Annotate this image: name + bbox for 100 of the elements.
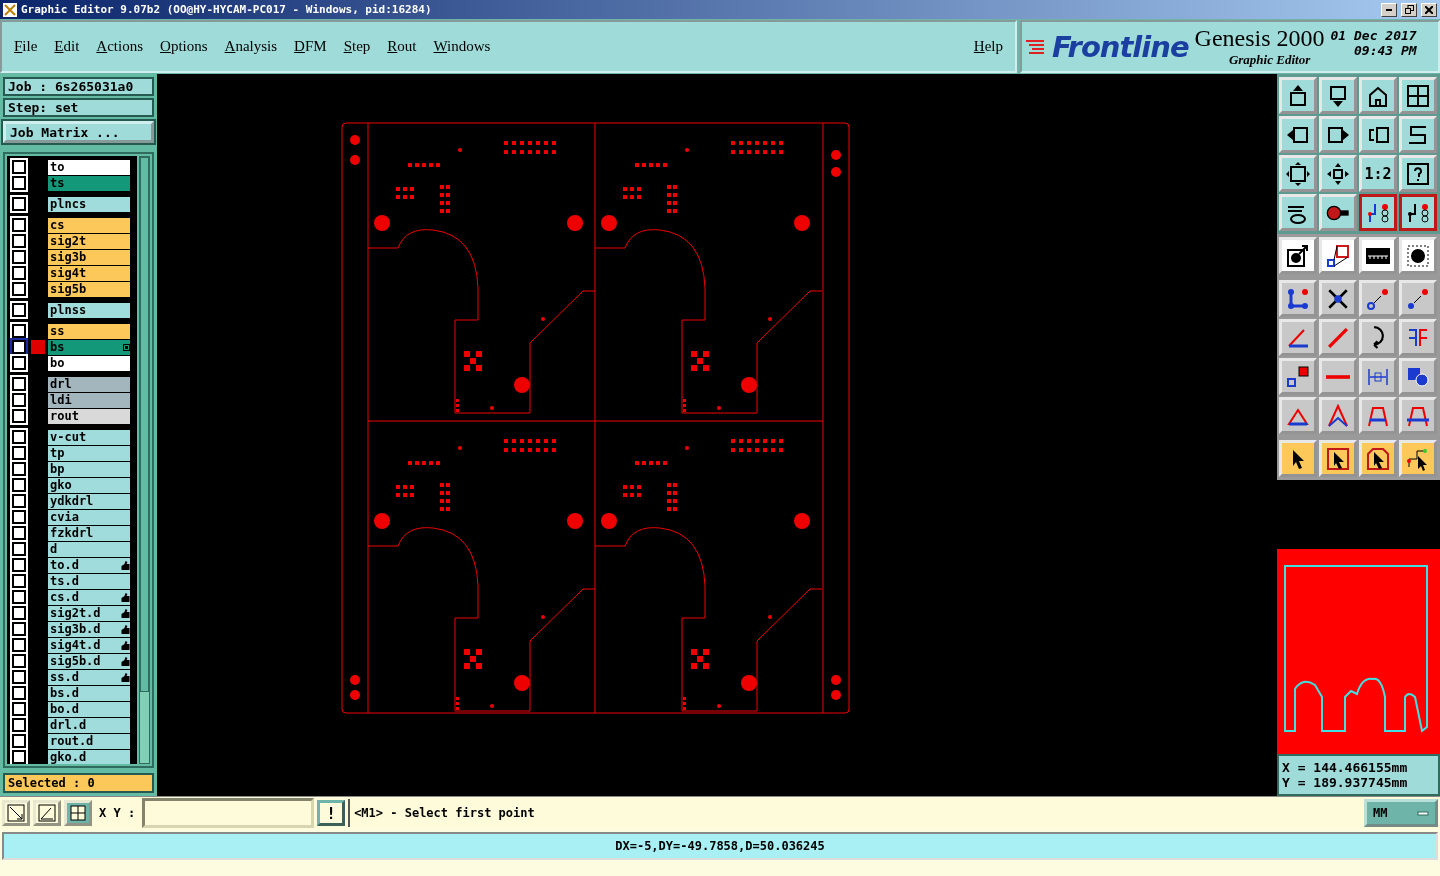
layer-name[interactable]: plncs (48, 196, 130, 212)
layer-checkbox[interactable] (12, 606, 26, 620)
layer-name[interactable]: ldi (48, 392, 130, 408)
layer-name[interactable]: ts (48, 175, 130, 191)
restore-button[interactable] (1401, 2, 1417, 17)
layer-name[interactable]: bp (48, 461, 130, 477)
layer-checkbox[interactable] (12, 574, 26, 588)
layer-checkbox[interactable] (12, 638, 26, 652)
layer-name[interactable]: cvia (48, 509, 130, 525)
layer-checkbox[interactable] (12, 558, 26, 572)
layer-name[interactable]: ts.d (48, 573, 130, 589)
layer-name[interactable]: sig2t.d (48, 605, 130, 621)
layer-name[interactable]: sig2t (48, 233, 130, 249)
layer-checkbox[interactable] (12, 377, 26, 391)
layer-name[interactable]: plnss (48, 302, 130, 318)
menu-item[interactable]: Options (160, 38, 208, 55)
layer-checkbox[interactable] (12, 654, 26, 668)
layer-name[interactable]: bs (48, 339, 130, 355)
layer-checkbox[interactable] (12, 282, 26, 296)
zoom-window-button[interactable] (2, 800, 30, 826)
layer-checkbox[interactable] (12, 670, 26, 684)
layer-name[interactable]: bo.d (48, 701, 130, 717)
xy-input-field[interactable] (142, 798, 315, 828)
tool-button[interactable]: 1:2 (1359, 155, 1397, 192)
prompt-message: <M1> - Select first point (348, 799, 1361, 827)
layer-name[interactable]: sig4t.d (48, 637, 130, 653)
layer-checkbox[interactable] (12, 494, 26, 508)
menu-item[interactable]: Windows (433, 38, 491, 55)
layer-name[interactable]: sig5b.d (48, 653, 130, 669)
grid-button[interactable] (64, 800, 92, 826)
layer-checkbox[interactable] (12, 734, 26, 748)
layer-checkbox[interactable] (12, 356, 26, 370)
product-subtitle: Graphic Editor (1228, 52, 1311, 68)
layer-checkbox[interactable] (12, 478, 26, 492)
menu-item[interactable]: Edit (54, 38, 80, 55)
layer-name[interactable]: cs (48, 217, 130, 233)
job-matrix-button[interactable]: Job Matrix ... (3, 121, 154, 143)
layer-checkbox[interactable] (12, 176, 26, 190)
layer-checkbox[interactable] (12, 340, 26, 354)
layer-checkbox[interactable] (12, 462, 26, 476)
layer-checkbox[interactable] (12, 197, 26, 211)
layer-name[interactable]: ss.d (48, 669, 130, 685)
layer-checkbox[interactable] (12, 430, 26, 444)
execute-button[interactable]: ! (317, 800, 346, 826)
layer-name[interactable]: cs.d (48, 589, 130, 605)
layer-checkbox[interactable] (12, 702, 26, 716)
layer-name[interactable]: rout (48, 408, 130, 424)
layer-name[interactable]: drl (48, 376, 130, 392)
menu-item[interactable]: Actions (96, 38, 144, 55)
layer-checkbox[interactable] (12, 526, 26, 540)
layer-checkbox[interactable] (12, 750, 26, 764)
layer-name[interactable]: v-cut (48, 429, 130, 445)
scrollbar[interactable] (139, 156, 150, 764)
layer-name[interactable]: rout.d (48, 733, 130, 749)
help-menu[interactable]: Help (973, 38, 1003, 55)
tool-button[interactable] (1359, 194, 1397, 231)
layer-name[interactable]: bs.d (48, 685, 130, 701)
layer-name[interactable]: tp (48, 445, 130, 461)
layer-checkbox[interactable] (12, 622, 26, 636)
minimize-button[interactable] (1381, 2, 1397, 17)
layer-checkbox[interactable] (12, 160, 26, 174)
tool-button[interactable] (1399, 194, 1437, 231)
layer-checkbox[interactable] (12, 324, 26, 338)
layer-checkbox[interactable] (12, 446, 26, 460)
layer-name[interactable]: sig4t (48, 265, 130, 281)
layer-name[interactable]: to (48, 159, 130, 175)
layer-name[interactable]: ss (48, 323, 130, 339)
layer-checkbox[interactable] (12, 266, 26, 280)
layer-checkbox[interactable] (12, 393, 26, 407)
layer-name[interactable]: ydkdrl (48, 493, 130, 509)
layer-checkbox[interactable] (12, 686, 26, 700)
layer-checkbox[interactable] (12, 234, 26, 248)
layer-name[interactable]: sig3b.d (48, 621, 130, 637)
layer-name[interactable]: fzkdrl (48, 525, 130, 541)
layer-name[interactable]: to.d (48, 557, 130, 573)
angle-button[interactable] (33, 800, 61, 826)
layer-name[interactable]: drl.d (48, 717, 130, 733)
layer-name[interactable]: sig3b (48, 249, 130, 265)
layer-name[interactable]: bo (48, 355, 130, 371)
layer-checkbox[interactable] (12, 542, 26, 556)
layer-name[interactable]: gko.d (48, 749, 130, 764)
layer-checkbox[interactable] (12, 218, 26, 232)
grid-box-icon (69, 804, 87, 822)
menu-item[interactable]: DFM (294, 38, 327, 55)
menu-item[interactable]: File (14, 38, 38, 55)
units-dropdown[interactable]: MM (1364, 799, 1438, 827)
menu-item[interactable]: Analysis (224, 38, 278, 55)
layer-name[interactable]: gko (48, 477, 130, 493)
menu-item[interactable]: Rout (387, 38, 417, 55)
layer-name[interactable]: d (48, 541, 130, 557)
layer-name[interactable]: sig5b (48, 281, 130, 297)
layer-checkbox[interactable] (12, 250, 26, 264)
layer-checkbox[interactable] (12, 718, 26, 732)
layer-checkbox[interactable] (12, 409, 26, 423)
layer-checkbox[interactable] (12, 303, 26, 317)
app-icon (3, 2, 17, 17)
layer-checkbox[interactable] (12, 510, 26, 524)
close-button[interactable] (1421, 2, 1437, 17)
layer-checkbox[interactable] (12, 590, 26, 604)
menu-item[interactable]: Step (343, 38, 371, 55)
